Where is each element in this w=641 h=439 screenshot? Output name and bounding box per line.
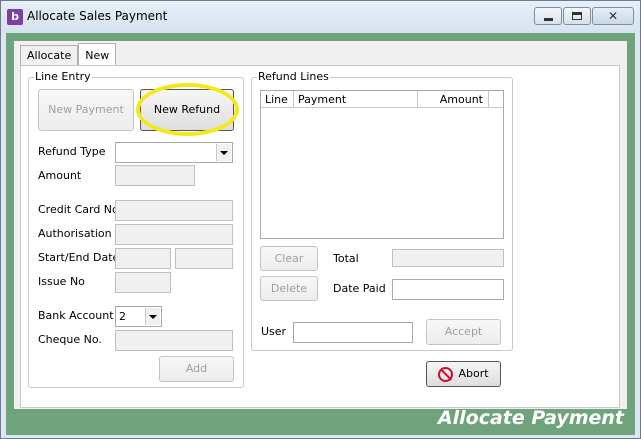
user-label: User bbox=[261, 325, 287, 338]
minimize-icon bbox=[543, 18, 553, 21]
amount-field[interactable] bbox=[115, 165, 195, 186]
brand-banner: Allocate Payment bbox=[437, 407, 624, 429]
total-field bbox=[392, 249, 504, 267]
abort-label: Abort bbox=[458, 367, 489, 380]
bank-account-dropdown[interactable]: 2 bbox=[115, 306, 162, 327]
abort-button[interactable]: Abort bbox=[426, 361, 501, 387]
column-header-amount[interactable]: Amount bbox=[418, 91, 489, 108]
window-title: Allocate Sales Payment bbox=[27, 9, 168, 23]
authorisation-field[interactable] bbox=[115, 224, 233, 245]
close-icon: ✕ bbox=[607, 9, 619, 23]
date-paid-label: Date Paid bbox=[333, 282, 386, 295]
app-icon: b bbox=[7, 9, 23, 25]
total-label: Total bbox=[333, 252, 359, 265]
chevron-down-icon[interactable] bbox=[145, 308, 160, 325]
table-header: Line Payment Amount bbox=[261, 91, 503, 108]
refund-lines-table[interactable]: Line Payment Amount bbox=[260, 90, 504, 239]
accept-button[interactable]: Accept bbox=[426, 319, 501, 345]
bank-account-label: Bank Account bbox=[38, 309, 114, 322]
refund-type-label: Refund Type bbox=[38, 145, 106, 158]
start-end-date-label: Start/End Date bbox=[38, 251, 120, 264]
tab-allocate[interactable]: Allocate bbox=[20, 45, 79, 66]
tab-strip: Allocate New bbox=[20, 43, 117, 66]
abort-icon bbox=[438, 366, 454, 382]
refund-lines-title: Refund Lines bbox=[257, 70, 330, 84]
bank-account-value: 2 bbox=[119, 310, 126, 323]
delete-button[interactable]: Delete bbox=[260, 276, 318, 301]
end-date-field[interactable] bbox=[175, 248, 233, 269]
highlight-circle bbox=[136, 83, 239, 136]
maximize-icon bbox=[572, 12, 582, 20]
start-date-field[interactable] bbox=[115, 248, 171, 269]
user-field[interactable] bbox=[293, 322, 413, 343]
clear-button[interactable]: Clear bbox=[260, 246, 318, 271]
new-payment-button[interactable]: New Payment bbox=[38, 89, 134, 131]
maximize-button[interactable] bbox=[563, 7, 591, 25]
amount-label: Amount bbox=[38, 169, 82, 182]
column-header-line[interactable]: Line bbox=[261, 91, 294, 108]
column-header-payment[interactable]: Payment bbox=[294, 91, 418, 108]
date-paid-field[interactable] bbox=[392, 279, 504, 300]
issue-no-field[interactable] bbox=[115, 272, 171, 293]
chevron-down-icon[interactable] bbox=[216, 144, 231, 161]
issue-no-label: Issue No bbox=[38, 275, 85, 288]
refund-type-dropdown[interactable] bbox=[115, 142, 233, 163]
minimize-button[interactable] bbox=[534, 7, 562, 25]
authorisation-label: Authorisation bbox=[38, 227, 112, 240]
cheque-no-field[interactable] bbox=[115, 330, 233, 351]
title-bar[interactable]: b Allocate Sales Payment ✕ bbox=[1, 1, 640, 33]
window: b Allocate Sales Payment ✕ Allocate New … bbox=[0, 0, 641, 439]
close-button[interactable]: ✕ bbox=[592, 7, 634, 25]
line-entry-title: Line Entry bbox=[34, 70, 92, 84]
window-controls: ✕ bbox=[533, 7, 634, 26]
cheque-no-label: Cheque No. bbox=[38, 333, 102, 346]
add-button[interactable]: Add bbox=[159, 356, 234, 382]
credit-card-label: Credit Card No bbox=[38, 203, 119, 216]
credit-card-field[interactable] bbox=[115, 200, 233, 221]
tab-new[interactable]: New bbox=[78, 43, 117, 66]
